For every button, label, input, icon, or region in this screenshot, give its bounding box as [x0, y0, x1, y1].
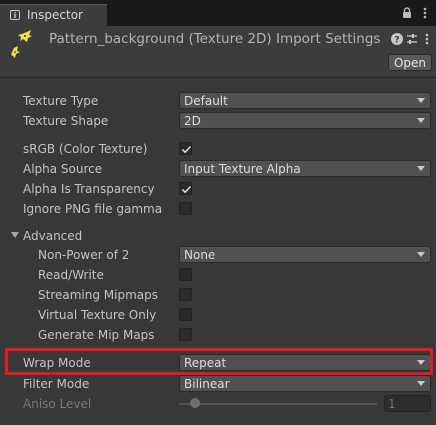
help-icon[interactable]: ?	[390, 32, 404, 46]
tab-inspector[interactable]: Inspector	[0, 4, 107, 26]
read-write-checkbox[interactable]	[179, 268, 192, 281]
texture-type-dropdown[interactable]: Default	[179, 92, 431, 109]
texture-thumbnail-icon	[11, 30, 32, 58]
chevron-down-icon	[417, 98, 425, 103]
alpha-transparency-row: Alpha Is Transparency	[0, 180, 436, 200]
read-write-row: Read/Write	[0, 266, 436, 286]
generate-mip-maps-row: Generate Mip Maps	[0, 326, 436, 346]
ignore-png-gamma-checkbox[interactable]	[179, 202, 192, 215]
srgb-row: sRGB (Color Texture)	[0, 140, 436, 160]
ignore-png-gamma-row: Ignore PNG file gamma	[0, 200, 436, 220]
texture-type-label: Texture Type	[23, 94, 99, 108]
non-power-of-2-label: Non-Power of 2	[38, 248, 130, 262]
preset-settings-icon[interactable]	[405, 32, 419, 46]
texture-type-row: Texture Type Default	[0, 92, 436, 112]
lock-icon[interactable]	[400, 6, 414, 20]
alpha-transparency-checkbox[interactable]	[179, 182, 192, 195]
wrap-mode-highlight	[5, 348, 433, 375]
filter-mode-dropdown[interactable]: Bilinear	[179, 375, 431, 392]
read-write-label: Read/Write	[38, 268, 104, 282]
chevron-down-icon	[417, 381, 425, 386]
open-button[interactable]: Open	[388, 54, 432, 71]
chevron-down-icon	[11, 232, 19, 238]
texture-shape-label: Texture Shape	[23, 114, 109, 128]
generate-mip-maps-checkbox[interactable]	[179, 328, 192, 341]
more-options-icon[interactable]	[418, 6, 432, 20]
texture-shape-dropdown[interactable]: 2D	[179, 112, 431, 129]
generate-mip-maps-label: Generate Mip Maps	[38, 328, 155, 342]
filter-mode-value: Bilinear	[184, 377, 230, 391]
texture-type-value: Default	[184, 94, 228, 108]
aniso-level-input[interactable]: 1	[384, 395, 431, 412]
alpha-source-row: Alpha Source Input Texture Alpha	[0, 160, 436, 180]
alpha-source-value: Input Texture Alpha	[184, 162, 301, 176]
texture-shape-value: 2D	[184, 114, 201, 128]
divider	[0, 77, 436, 78]
srgb-checkbox[interactable]	[179, 142, 192, 155]
aniso-level-row: Aniso Level 1	[0, 395, 436, 415]
aniso-level-slider-handle[interactable]	[190, 398, 200, 408]
page-title: Pattern_background (Texture 2D) Import S…	[49, 31, 381, 47]
virtual-texture-only-row: Virtual Texture Only	[0, 306, 436, 326]
advanced-label: Advanced	[23, 229, 83, 243]
virtual-texture-only-checkbox[interactable]	[179, 308, 192, 321]
ignore-png-gamma-label: Ignore PNG file gamma	[23, 202, 163, 216]
streaming-mipmaps-checkbox[interactable]	[179, 288, 192, 301]
alpha-transparency-label: Alpha Is Transparency	[23, 182, 155, 196]
aniso-level-label: Aniso Level	[23, 397, 92, 411]
checkmark-icon	[181, 145, 192, 154]
virtual-texture-only-label: Virtual Texture Only	[38, 308, 157, 322]
filter-mode-row: Filter Mode Bilinear	[0, 375, 436, 395]
streaming-mipmaps-row: Streaming Mipmaps	[0, 286, 436, 306]
chevron-down-icon	[417, 118, 425, 123]
texture-shape-row: Texture Shape 2D	[0, 112, 436, 132]
non-power-of-2-value: None	[184, 248, 216, 262]
srgb-label: sRGB (Color Texture)	[23, 142, 148, 156]
inspector-header: Pattern_background (Texture 2D) Import S…	[0, 26, 436, 76]
tab-bar: Inspector	[0, 0, 436, 26]
alpha-source-dropdown[interactable]: Input Texture Alpha	[179, 160, 431, 177]
filter-mode-label: Filter Mode	[23, 377, 90, 391]
checkmark-icon	[181, 185, 192, 194]
chevron-down-icon	[417, 252, 425, 257]
non-power-of-2-dropdown[interactable]: None	[179, 246, 431, 263]
aniso-level-slider-track[interactable]	[179, 403, 377, 405]
svg-text:?: ?	[394, 36, 399, 46]
streaming-mipmaps-label: Streaming Mipmaps	[38, 288, 159, 302]
non-power-of-2-row: Non-Power of 2 None	[0, 246, 436, 266]
info-icon	[10, 10, 20, 20]
tab-inspector-label: Inspector	[27, 8, 83, 22]
alpha-source-label: Alpha Source	[23, 162, 103, 176]
advanced-foldout[interactable]: Advanced	[0, 227, 436, 247]
aniso-level-value: 1	[388, 397, 396, 411]
more-options-icon[interactable]	[420, 32, 434, 46]
chevron-down-icon	[417, 166, 425, 171]
